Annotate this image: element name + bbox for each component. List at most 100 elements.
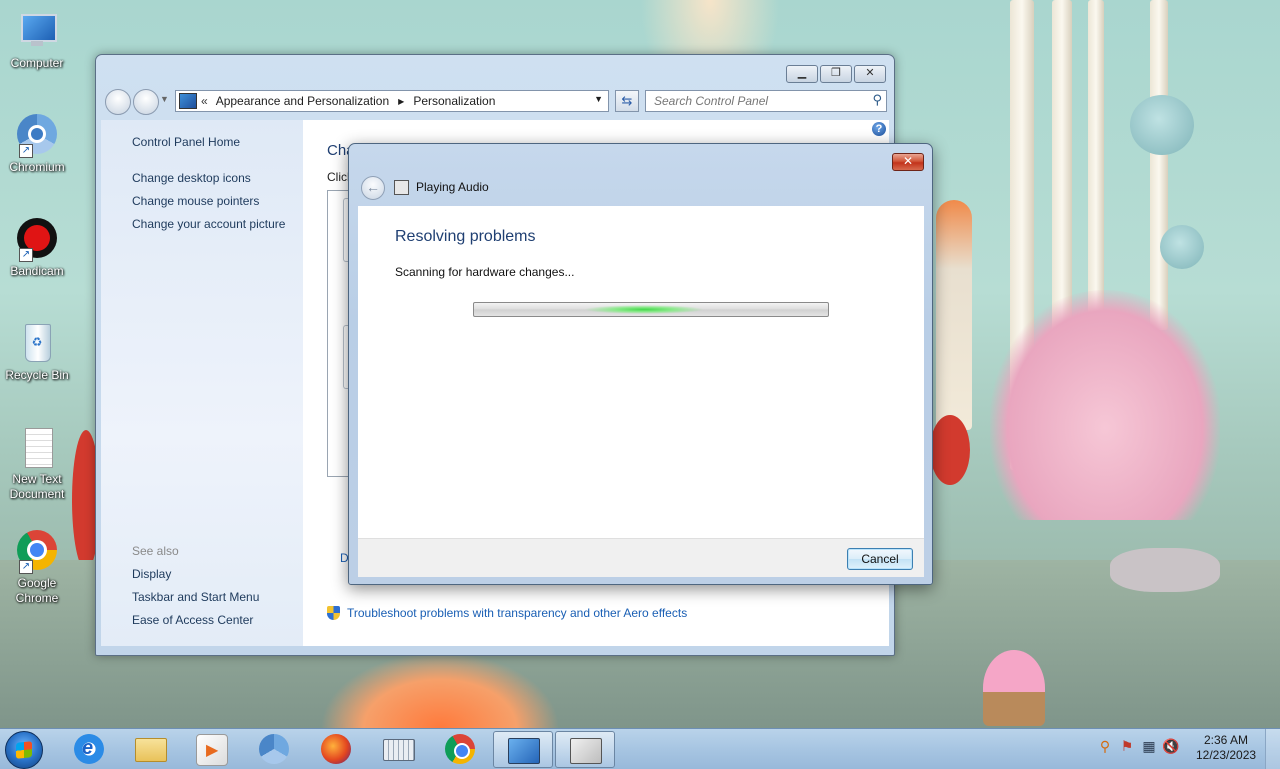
bandicam-icon: ↗ xyxy=(15,218,59,262)
dialog-close-button[interactable]: ✕ xyxy=(892,153,924,171)
internet-explorer-icon: e xyxy=(74,734,104,764)
wallpaper-mice xyxy=(1110,548,1220,592)
ease-of-access-link[interactable]: Ease of Access Center xyxy=(132,613,253,627)
troubleshoot-link[interactable]: Troubleshoot problems with transparency … xyxy=(327,606,687,620)
desktop-icon-recycle-bin[interactable]: ♻ Recycle Bin xyxy=(0,322,74,383)
desktop-icon-computer[interactable]: Computer xyxy=(0,10,74,71)
clock-time: 2:36 AM xyxy=(1203,733,1249,747)
wallpaper-red-ball xyxy=(930,415,970,485)
close-icon: ✕ xyxy=(902,154,914,168)
taskbar-firefox[interactable] xyxy=(307,731,365,766)
breadcrumb-overflow[interactable]: « xyxy=(201,94,208,108)
display-link[interactable]: Display xyxy=(132,567,171,581)
shortcut-arrow-icon: ↗ xyxy=(19,248,33,262)
chromium-icon xyxy=(259,734,289,764)
search-icon[interactable]: ⚲ xyxy=(872,92,882,108)
search-tray-icon[interactable]: ⚲ xyxy=(1096,737,1114,755)
keyboard-icon xyxy=(383,739,415,761)
taskbar-start-menu-link[interactable]: Taskbar and Start Menu xyxy=(132,590,259,604)
recycle-bin-icon: ♻ xyxy=(15,322,59,366)
wallpaper-lantern xyxy=(1130,95,1194,155)
progress-glow xyxy=(584,305,704,314)
desktop-icon-google-chrome[interactable]: ↗ Google Chrome xyxy=(0,530,74,606)
troubleshooter-icon xyxy=(394,180,409,195)
troubleshooter-icon xyxy=(570,738,602,764)
shield-icon xyxy=(327,606,340,620)
control-panel-home-link[interactable]: Control Panel Home xyxy=(132,135,240,149)
back-arrow-icon: ← xyxy=(366,179,380,195)
desktop-icon-label: Google Chrome xyxy=(15,576,59,605)
wallpaper-tower xyxy=(936,200,972,430)
taskbar-google-chrome[interactable] xyxy=(431,731,489,766)
recent-pages-dropdown-icon[interactable]: ▼ xyxy=(160,94,169,104)
dialog-content: Resolving problems Scanning for hardware… xyxy=(358,206,924,538)
navigation-bar: ▼ « Appearance and Personalization ▶ Per… xyxy=(105,89,887,115)
control-panel-icon xyxy=(508,738,540,764)
desktop-icon-label: Computer xyxy=(10,56,64,70)
troubleshoot-link-label[interactable]: Troubleshoot problems with transparency … xyxy=(347,606,687,620)
change-mouse-pointers-link[interactable]: Change mouse pointers xyxy=(132,194,259,208)
taskbar-media-player[interactable]: ▶ xyxy=(182,731,240,766)
back-button[interactable] xyxy=(105,89,131,115)
control-panel-icon xyxy=(179,93,197,109)
forward-button[interactable] xyxy=(133,89,159,115)
action-center-flag-icon[interactable]: ⚑ xyxy=(1118,737,1136,755)
shortcut-arrow-icon: ↗ xyxy=(19,560,33,574)
see-also-heading: See also xyxy=(132,544,179,558)
wallpaper-cupcake xyxy=(983,650,1045,726)
search-placeholder: Search Control Panel xyxy=(654,94,769,108)
address-dropdown-icon[interactable]: ▼ xyxy=(594,94,603,104)
breadcrumb-chevron-icon[interactable]: ▶ xyxy=(398,97,404,106)
help-icon[interactable]: ? xyxy=(872,122,886,136)
desktop-icon-bandicam[interactable]: ↗ Bandicam xyxy=(0,218,74,279)
shortcut-arrow-icon: ↗ xyxy=(19,144,33,158)
google-chrome-icon: ↗ xyxy=(15,530,59,574)
close-button[interactable]: ✕ xyxy=(854,65,886,83)
playing-audio-dialog: ✕ ← Playing Audio Resolving problems Sca… xyxy=(348,143,933,585)
desktop-icon-label: New Text Document xyxy=(9,472,65,501)
close-icon: ✕ xyxy=(865,67,875,79)
change-account-picture-link[interactable]: Change your account picture xyxy=(132,217,285,231)
volume-muted-icon[interactable]: 🔇 xyxy=(1162,737,1180,755)
clock[interactable]: 2:36 AM 12/23/2023 xyxy=(1196,733,1256,763)
network-icon[interactable]: ▦ xyxy=(1140,737,1158,755)
refresh-button[interactable]: ⇆ xyxy=(615,90,639,112)
google-chrome-icon xyxy=(445,734,475,764)
task-pane: Control Panel Home Change desktop icons … xyxy=(101,120,303,646)
media-player-icon: ▶ xyxy=(196,734,228,766)
dialog-heading: Resolving problems xyxy=(395,228,536,245)
clock-date: 12/23/2023 xyxy=(1196,748,1257,762)
taskbar-on-screen-keyboard[interactable] xyxy=(369,731,427,766)
minimize-button[interactable]: ▁ xyxy=(786,65,818,83)
cancel-button[interactable]: Cancel xyxy=(847,548,913,570)
change-desktop-icons-link[interactable]: Change desktop icons xyxy=(132,171,251,185)
maximize-button[interactable]: ❐ xyxy=(820,65,852,83)
search-input[interactable]: Search Control Panel ⚲ xyxy=(645,90,887,112)
firefox-icon xyxy=(321,734,351,764)
dialog-title: Playing Audio xyxy=(416,180,489,194)
wallpaper-pink-plant xyxy=(990,290,1220,520)
taskbar-internet-explorer[interactable]: e xyxy=(60,731,118,766)
taskbar-chromium[interactable] xyxy=(245,731,303,766)
taskbar-troubleshooter[interactable] xyxy=(555,731,615,768)
marquee-progress-bar xyxy=(473,302,829,317)
folder-icon xyxy=(135,738,167,762)
desktop-icon-label: Chromium xyxy=(9,160,65,174)
address-bar[interactable]: « Appearance and Personalization ▶ Perso… xyxy=(175,90,609,112)
desktop-icon-chromium[interactable]: ↗ Chromium xyxy=(0,114,74,175)
show-desktop-button[interactable] xyxy=(1265,729,1280,769)
restore-icon: ❐ xyxy=(831,67,841,79)
taskbar: e ▶ ⚲ ⚑ ▦ 🔇 2:36 AM 12/23/2023 xyxy=(0,728,1280,769)
desktop-icon-label: Bandicam xyxy=(10,264,64,278)
notification-area: ⚲ ⚑ ▦ 🔇 xyxy=(1096,737,1180,755)
status-text: Scanning for hardware changes... xyxy=(395,265,575,279)
taskbar-control-panel[interactable] xyxy=(493,731,553,768)
start-button[interactable] xyxy=(5,731,43,769)
breadcrumb-personalization[interactable]: Personalization xyxy=(413,94,495,108)
minimize-icon: ▁ xyxy=(797,67,807,79)
wallpaper-orange-flower xyxy=(320,652,560,728)
desktop-icon-new-text-document[interactable]: New Text Document xyxy=(0,426,74,502)
breadcrumb-appearance[interactable]: Appearance and Personalization xyxy=(216,94,389,108)
dialog-back-button[interactable]: ← xyxy=(361,176,385,200)
taskbar-windows-explorer[interactable] xyxy=(121,731,179,766)
